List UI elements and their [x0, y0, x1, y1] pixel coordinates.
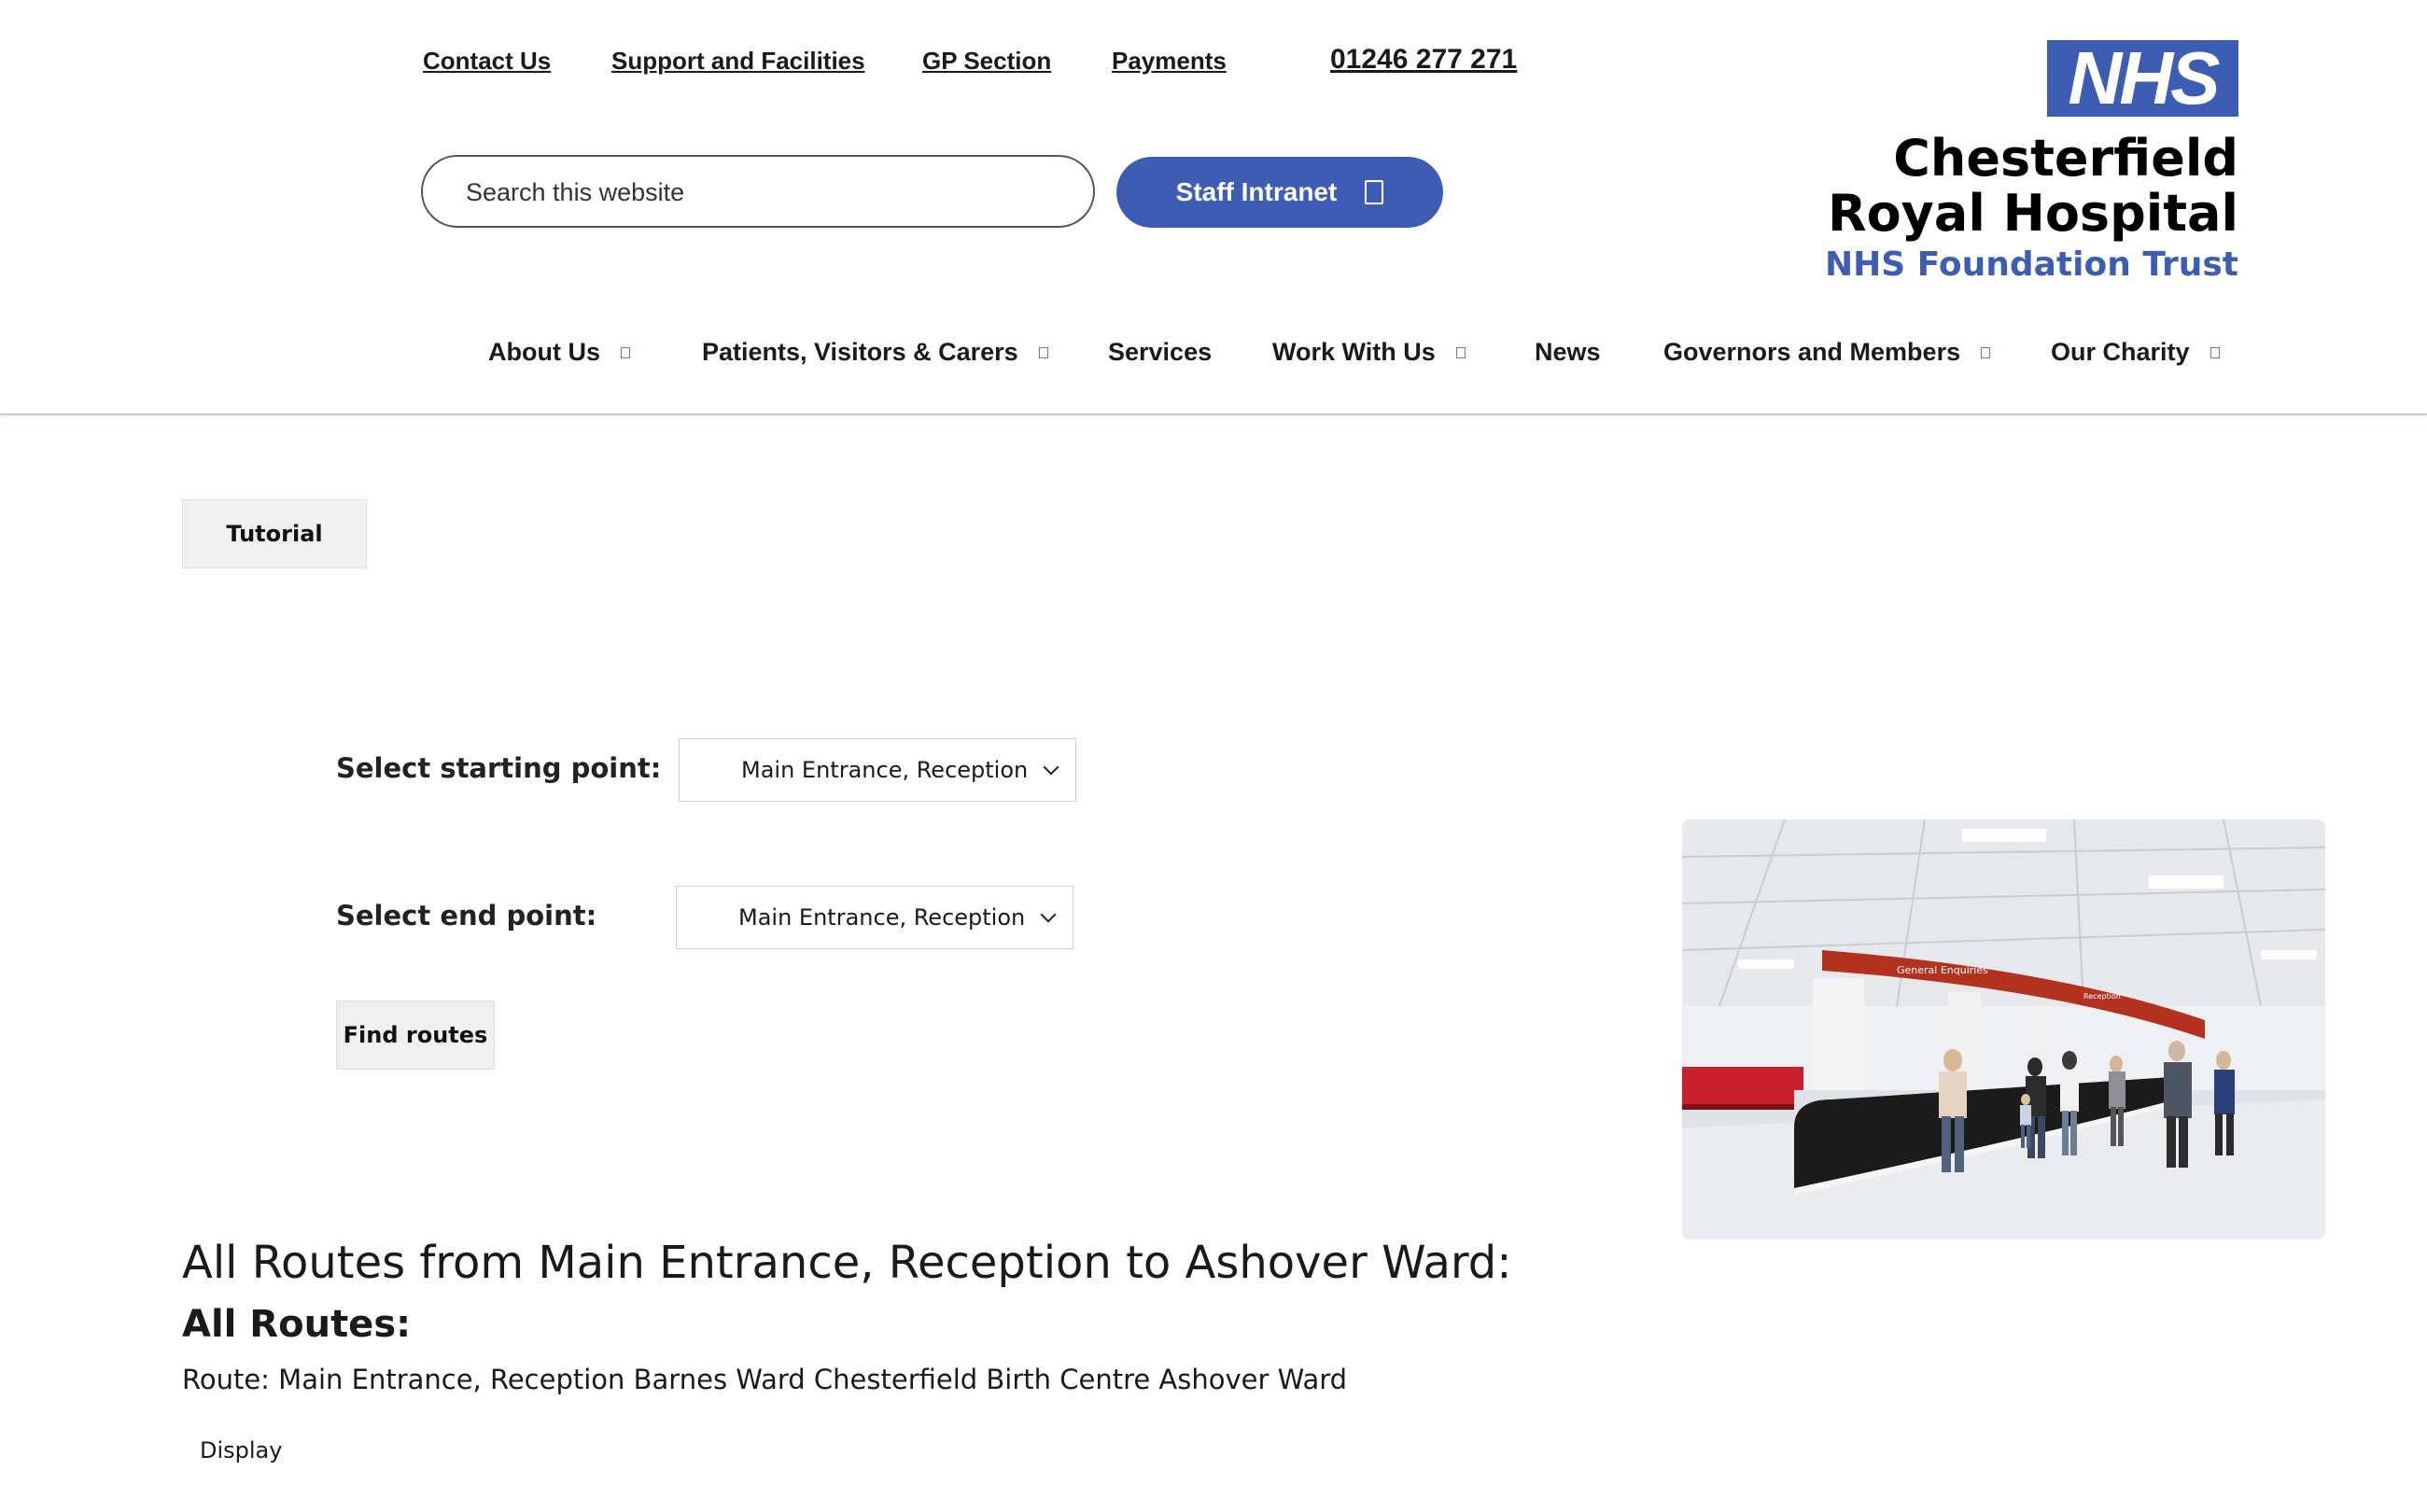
reception-photo: General Enquiries Reception: [1682, 819, 2325, 1239]
nav-about-us[interactable]: About Us: [488, 338, 630, 367]
nav-label: About Us: [488, 338, 600, 366]
nav-patients-visitors-carers[interactable]: Patients, Visitors & Carers: [702, 338, 1048, 367]
logo-line-2: Royal Hospital: [1828, 184, 2238, 243]
search-input[interactable]: [464, 157, 1046, 228]
nav-work-with-us[interactable]: Work With Us: [1272, 338, 1466, 367]
support-facilities-link[interactable]: Support and Facilities: [611, 47, 865, 76]
start-point-label: Select starting point:: [336, 752, 662, 784]
reception-photo-image: General Enquiries Reception: [1682, 819, 2325, 1239]
chevron-down-icon: [1981, 346, 1991, 358]
chevron-down-icon: [1455, 346, 1466, 358]
chevron-down-icon: [1038, 346, 1048, 358]
nav-label: News: [1535, 338, 1601, 366]
nav-governors-members[interactable]: Governors and Members: [1663, 338, 1991, 367]
chevron-down-icon: [1040, 906, 1057, 923]
staff-intranet-label: Staff Intranet: [1175, 177, 1338, 206]
nav-label: Governors and Members: [1663, 338, 1961, 366]
logo-line-3: NHS Foundation Trust: [1825, 245, 2238, 284]
nav-label: Our Charity: [2051, 338, 2190, 366]
contact-us-link[interactable]: Contact Us: [423, 47, 551, 76]
nav-divider: [0, 413, 2427, 415]
sign-text: General Enquiries: [1897, 964, 1988, 976]
phone-link[interactable]: 01246 277 271: [1330, 44, 1517, 76]
nhs-logo-badge: NHS: [2047, 36, 2238, 119]
nav-news[interactable]: News: [1535, 338, 1601, 367]
gp-section-link[interactable]: GP Section: [922, 47, 1051, 76]
start-point-value: Main Entrance, Reception: [741, 757, 1029, 783]
payments-link[interactable]: Payments: [1112, 47, 1227, 76]
route-text: Route: Main Entrance, Reception Barnes W…: [182, 1364, 1348, 1395]
logo-line-1: Chesterfield: [1893, 129, 2238, 188]
staff-intranet-button[interactable]: Staff Intranet: [1116, 157, 1443, 228]
find-routes-button[interactable]: Find routes: [336, 1001, 495, 1070]
display-route-link[interactable]: Display: [200, 1437, 282, 1463]
sign-text-2: Reception: [2083, 992, 2121, 1001]
end-point-value: Main Entrance, Reception: [738, 904, 1026, 931]
chevron-down-icon: [620, 346, 630, 358]
nav-label: Work With Us: [1272, 338, 1436, 366]
chevron-down-icon: [2210, 346, 2220, 358]
results-heading: All Routes from Main Entrance, Reception…: [182, 1237, 1512, 1289]
nav-label: Patients, Visitors & Carers: [702, 338, 1018, 366]
search-box[interactable]: [421, 155, 1095, 228]
external-link-icon: [1365, 180, 1384, 204]
chevron-down-icon: [1043, 759, 1059, 776]
end-point-select[interactable]: Main Entrance, Reception: [676, 886, 1073, 949]
nav-our-charity[interactable]: Our Charity: [2051, 338, 2220, 367]
nav-services[interactable]: Services: [1108, 338, 1212, 367]
start-point-select[interactable]: Main Entrance, Reception: [679, 738, 1076, 802]
tutorial-button[interactable]: Tutorial: [182, 499, 367, 568]
end-point-label: Select end point:: [336, 900, 597, 931]
all-routes-heading: All Routes:: [182, 1303, 412, 1346]
nav-label: Services: [1108, 338, 1213, 366]
